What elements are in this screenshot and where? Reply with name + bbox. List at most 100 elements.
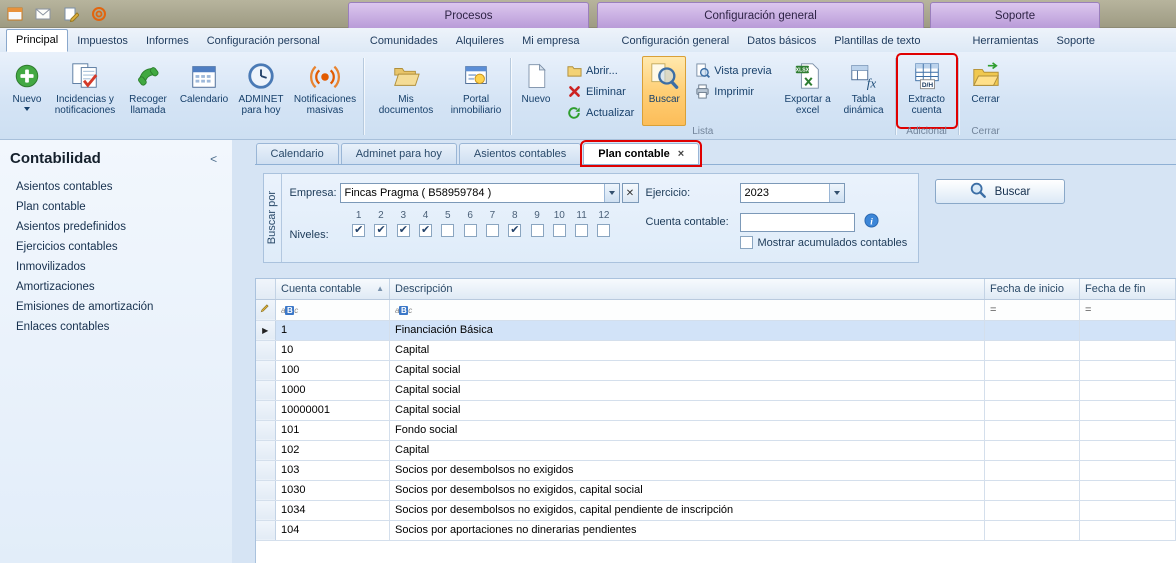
cell-descripcion[interactable]: Capital social <box>390 380 985 400</box>
cell-cuenta[interactable]: 10000001 <box>276 400 390 420</box>
cell-cuenta[interactable]: 102 <box>276 440 390 460</box>
table-row[interactable]: 101 Fondo social <box>256 420 1176 440</box>
ribbon-tab-alquileres[interactable]: Alquileres <box>447 31 513 52</box>
table-row[interactable]: ▶ 1 Financiación Básica <box>256 320 1176 340</box>
cell-descripcion[interactable]: Socios por desembolsos no exigidos, capi… <box>390 480 985 500</box>
mail-icon[interactable] <box>32 3 54 25</box>
ejercicio-combobox[interactable]: 2023 <box>740 183 845 203</box>
filter-cell-descripcion[interactable]: aBc <box>390 299 985 320</box>
actualizar-button[interactable]: Actualizar <box>562 103 638 122</box>
ribbon-tab-configuracion-general[interactable]: Configuración general <box>613 31 739 52</box>
doc-tab-adminet-para-hoy[interactable]: Adminet para hoy <box>341 143 457 164</box>
cell-fecha-inicio[interactable] <box>985 460 1080 480</box>
cell-descripcion[interactable]: Socios por desembolsos no exigidos <box>390 460 985 480</box>
nivel-checkbox-2[interactable] <box>374 224 387 237</box>
ribbon-tab-soporte[interactable]: Soporte <box>1048 31 1105 52</box>
notes-icon[interactable] <box>60 3 82 25</box>
tab-close-icon[interactable]: × <box>678 148 684 160</box>
nivel-checkbox-1[interactable] <box>352 224 365 237</box>
cell-fecha-fin[interactable] <box>1080 500 1176 520</box>
exportar-excel-button[interactable]: XLSX Exportar a excel <box>780 56 836 126</box>
cell-cuenta[interactable]: 100 <box>276 360 390 380</box>
column-header-descripcion[interactable]: Descripción <box>390 279 985 299</box>
column-header-cuenta-contable[interactable]: Cuenta contable▲ <box>276 279 390 299</box>
incidencias-notificaciones-button[interactable]: Incidencias y notificaciones <box>50 56 120 126</box>
cell-descripcion[interactable]: Socios por desembolsos no exigidos, capi… <box>390 500 985 520</box>
support-icon[interactable] <box>88 3 110 25</box>
sidebar-item-ejercicios-contables[interactable]: Ejercicios contables <box>0 237 232 257</box>
ribbon-tab-plantillas-texto[interactable]: Plantillas de texto <box>825 31 929 52</box>
cell-fecha-inicio[interactable] <box>985 520 1080 540</box>
filter-cell-cuenta[interactable]: aBc <box>276 299 390 320</box>
nivel-checkbox-8[interactable] <box>508 224 521 237</box>
cell-fecha-fin[interactable] <box>1080 360 1176 380</box>
cell-fecha-fin[interactable] <box>1080 340 1176 360</box>
table-row[interactable]: 10 Capital <box>256 340 1176 360</box>
cerrar-button[interactable]: Cerrar <box>962 56 1010 126</box>
cell-cuenta[interactable]: 1030 <box>276 480 390 500</box>
sidebar-item-enlaces-contables[interactable]: Enlaces contables <box>0 317 232 337</box>
cell-cuenta[interactable]: 1034 <box>276 500 390 520</box>
sidebar-item-asientos-predefinidos[interactable]: Asientos predefinidos <box>0 217 232 237</box>
cell-cuenta[interactable]: 101 <box>276 420 390 440</box>
cell-descripcion[interactable]: Fondo social <box>390 420 985 440</box>
cell-descripcion[interactable]: Capital social <box>390 360 985 380</box>
nivel-checkbox-4[interactable] <box>419 224 432 237</box>
nivel-checkbox-9[interactable] <box>531 224 544 237</box>
nivel-checkbox-3[interactable] <box>397 224 410 237</box>
table-row[interactable]: 103 Socios por desembolsos no exigidos <box>256 460 1176 480</box>
filter-cell-fecha-fin[interactable]: = <box>1080 299 1176 320</box>
cell-cuenta[interactable]: 10 <box>276 340 390 360</box>
ribbon-tab-principal[interactable]: Principal <box>6 29 68 52</box>
cell-cuenta[interactable]: 1000 <box>276 380 390 400</box>
nivel-checkbox-12[interactable] <box>597 224 610 237</box>
mis-documentos-button[interactable]: Mis documentos <box>367 56 445 126</box>
sidebar-splitter[interactable] <box>232 140 255 563</box>
cell-cuenta[interactable]: 1 <box>276 320 390 340</box>
cell-fecha-fin[interactable] <box>1080 480 1176 500</box>
buscar-ribbon-button[interactable]: Buscar <box>642 56 686 126</box>
cell-fecha-inicio[interactable] <box>985 340 1080 360</box>
dropdown-arrow-icon[interactable] <box>829 184 844 202</box>
column-header-fecha-fin[interactable]: Fecha de fin <box>1080 279 1176 299</box>
cell-fecha-fin[interactable] <box>1080 460 1176 480</box>
sidebar-item-amortizaciones[interactable]: Amortizaciones <box>0 277 232 297</box>
buscar-button[interactable]: Buscar <box>935 179 1065 204</box>
cuenta-contable-input[interactable] <box>740 213 855 232</box>
ribbon-tab-mi-empresa[interactable]: Mi empresa <box>513 31 588 52</box>
nuevo-registro-button[interactable]: Nuevo <box>514 56 558 126</box>
nivel-checkbox-6[interactable] <box>464 224 477 237</box>
nivel-checkbox-7[interactable] <box>486 224 499 237</box>
acumulados-checkbox[interactable] <box>740 236 753 249</box>
cell-fecha-inicio[interactable] <box>985 320 1080 340</box>
ribbon-tab-datos-basicos[interactable]: Datos básicos <box>738 31 825 52</box>
cell-descripcion[interactable]: Capital <box>390 440 985 460</box>
cell-fecha-fin[interactable] <box>1080 520 1176 540</box>
cell-cuenta[interactable]: 104 <box>276 520 390 540</box>
cell-fecha-fin[interactable] <box>1080 380 1176 400</box>
table-row[interactable]: 100 Capital social <box>256 360 1176 380</box>
table-row[interactable]: 1034 Socios por desembolsos no exigidos,… <box>256 500 1176 520</box>
ribbon-tab-herramientas[interactable]: Herramientas <box>963 31 1047 52</box>
empresa-clear-button[interactable]: ✕ <box>622 183 639 203</box>
filter-cell-fecha-inicio[interactable]: = <box>985 299 1080 320</box>
doc-tab-plan-contable[interactable]: Plan contable× <box>583 143 699 164</box>
abrir-button[interactable]: Abrir... <box>562 61 638 80</box>
notificaciones-masivas-button[interactable]: Notificaciones masivas <box>290 56 360 126</box>
ribbon-tab-configuracion-personal[interactable]: Configuración personal <box>198 31 329 52</box>
empresa-combobox[interactable]: Fincas Pragma ( B58959784 ) <box>340 183 620 203</box>
table-row[interactable]: 102 Capital <box>256 440 1176 460</box>
app-icon[interactable] <box>4 3 26 25</box>
cell-descripcion[interactable]: Financiación Básica <box>390 320 985 340</box>
portal-inmobiliario-button[interactable]: Portal inmobiliario <box>445 56 507 126</box>
recoger-llamada-button[interactable]: Recoger llamada <box>120 56 176 126</box>
nivel-checkbox-5[interactable] <box>441 224 454 237</box>
cell-fecha-inicio[interactable] <box>985 360 1080 380</box>
calendario-button[interactable]: Calendario <box>176 56 232 126</box>
nivel-checkbox-10[interactable] <box>553 224 566 237</box>
column-header-fecha-inicio[interactable]: Fecha de inicio <box>985 279 1080 299</box>
sidebar-item-plan-contable[interactable]: Plan contable <box>0 197 232 217</box>
cell-fecha-inicio[interactable] <box>985 440 1080 460</box>
cell-fecha-fin[interactable] <box>1080 440 1176 460</box>
cell-fecha-fin[interactable] <box>1080 320 1176 340</box>
